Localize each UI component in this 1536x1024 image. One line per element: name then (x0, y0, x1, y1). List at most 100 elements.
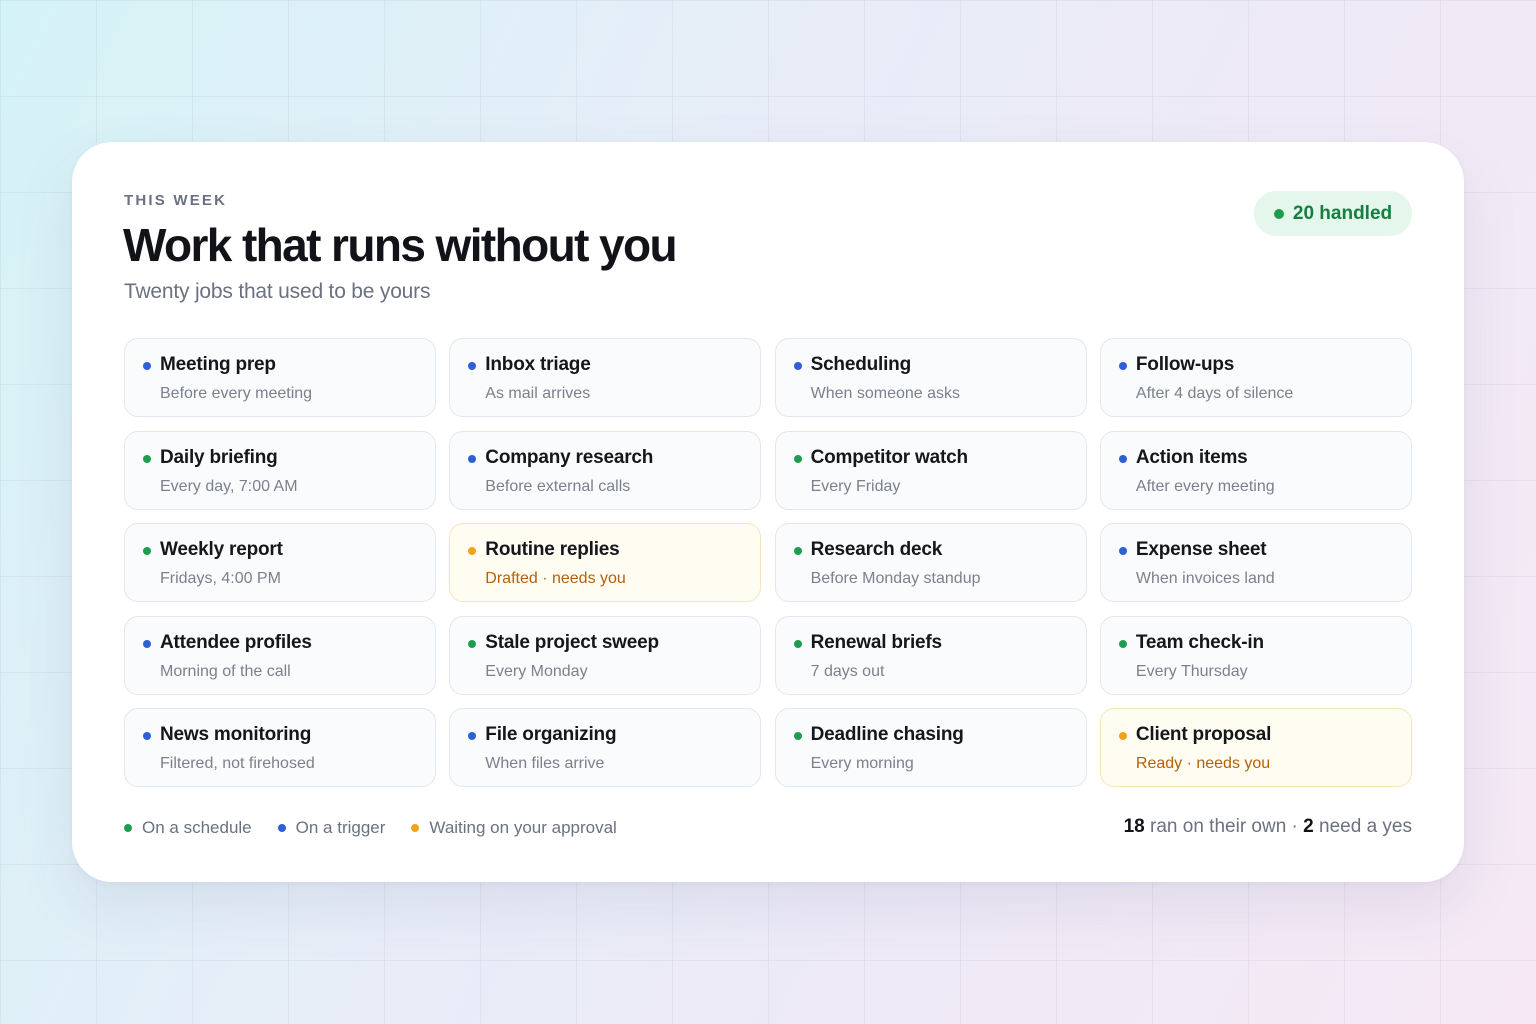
job-tile-timing: Every Monday (485, 662, 588, 680)
schedule-dot-icon (793, 454, 802, 463)
job-tile[interactable]: Company research Before external calls (449, 430, 762, 510)
job-tile-name: Stale project sweep (485, 631, 659, 653)
job-tile[interactable]: News monitoring Filtered, not firehosed (124, 708, 436, 787)
trigger-dot-icon (143, 732, 151, 740)
run-summary: 18 ran on their own · 2 need a yes (1124, 816, 1412, 838)
approval-dot-icon (468, 547, 477, 555)
job-tile-name: Renewal briefs (810, 631, 943, 653)
job-tile[interactable]: Follow-ups After 4 days of silence (1099, 338, 1412, 417)
job-tile[interactable]: Competitor watch Every Friday (774, 430, 1087, 510)
trigger-dot-icon (143, 639, 151, 648)
job-tile-name: News monitoring (160, 724, 312, 745)
job-tile-name: Routine replies (485, 539, 620, 560)
job-tile-timing: Ready · needs you (1135, 755, 1271, 772)
job-tile-timing: Drafted · needs you (485, 570, 626, 587)
job-tile-name: Company research (485, 446, 654, 468)
job-tile-name: Inbox triage (485, 354, 591, 375)
eyebrow-label: THIS WEEK (124, 192, 228, 209)
page-title: Work that runs without you (123, 219, 678, 271)
need-text: need a yes (1313, 816, 1412, 837)
legend-item-schedule: On a schedule (124, 818, 252, 838)
job-tile-timing: Filtered, not firehosed (160, 755, 315, 772)
trigger-dot-icon (143, 362, 151, 370)
legend-label-approval: Waiting on your approval (429, 818, 617, 837)
job-tile[interactable]: Renewal briefs 7 days out (774, 615, 1087, 695)
schedule-dot-icon (143, 454, 151, 463)
job-tile-timing: When files arrive (485, 755, 605, 772)
legend-item-approval: Waiting on your approval (411, 818, 617, 838)
job-tile[interactable]: Daily briefing Every day, 7:00 AM (124, 430, 436, 510)
job-tile-timing: Before Monday standup (810, 570, 981, 587)
status-dot-icon (1273, 208, 1284, 219)
job-tile-timing: As mail arrives (485, 385, 591, 402)
job-tile[interactable]: Expense sheet When invoices land (1099, 523, 1412, 602)
job-tile-name: Competitor watch (810, 446, 968, 468)
schedule-dot-icon (793, 547, 802, 555)
ran-count: 18 (1123, 816, 1145, 837)
schedule-dot-icon (124, 824, 132, 832)
job-tile-timing: Every Friday (810, 477, 901, 495)
job-tile[interactable]: Stale project sweep Every Monday (449, 615, 762, 695)
job-tile-timing: When someone asks (810, 385, 960, 402)
job-tile-name: Daily briefing (160, 446, 278, 468)
job-tile[interactable]: File organizing When files arrive (449, 708, 762, 787)
job-tile-timing: Every day, 7:00 AM (160, 477, 298, 495)
job-tile[interactable]: Scheduling When someone asks (774, 338, 1087, 417)
job-tile-name: Follow-ups (1135, 354, 1235, 375)
job-tile-timing: Before external calls (485, 477, 631, 495)
job-tile-timing: Every Thursday (1135, 662, 1248, 680)
handled-badge: 20 handled (1254, 191, 1412, 236)
job-tile[interactable]: Team check-in Every Thursday (1099, 615, 1412, 695)
job-tile-name: Attendee profiles (160, 631, 312, 653)
schedule-dot-icon (468, 639, 477, 648)
job-tile-timing: When invoices land (1135, 570, 1275, 587)
job-tile-name: Action items (1135, 446, 1248, 468)
job-tile[interactable]: Weekly report Fridays, 4:00 PM (124, 523, 436, 602)
legend: On a schedule On a trigger Waiting on yo… (124, 818, 617, 838)
job-tile-timing: Every morning (810, 755, 914, 772)
trigger-dot-icon (468, 362, 477, 370)
job-tile[interactable]: Client proposal Ready · needs you (1099, 708, 1412, 787)
page-subtitle: Twenty jobs that used to be yours (124, 280, 431, 303)
job-tile-name: Weekly report (160, 539, 283, 560)
job-tile-name: Deadline chasing (810, 724, 964, 745)
job-tile[interactable]: Routine replies Drafted · needs you (449, 523, 762, 602)
job-tile[interactable]: Action items After every meeting (1099, 430, 1412, 510)
job-tile[interactable]: Inbox triage As mail arrives (449, 338, 762, 417)
job-tile[interactable]: Meeting prep Before every meeting (124, 338, 436, 417)
legend-label-schedule: On a schedule (142, 818, 252, 837)
job-tiles-grid: Meeting prep Before every meeting Inbox tr… (124, 338, 1412, 787)
job-tile-name: Client proposal (1135, 724, 1272, 745)
ran-text: ran on their own · (1144, 816, 1304, 837)
trigger-dot-icon (1118, 454, 1127, 463)
need-count: 2 (1303, 816, 1314, 837)
job-tile-timing: 7 days out (810, 662, 885, 680)
weekly-work-card: THIS WEEK Work that runs without you Twe… (72, 142, 1464, 882)
job-tile[interactable]: Deadline chasing Every morning (774, 708, 1087, 787)
job-tile-timing: After every meeting (1135, 477, 1275, 495)
trigger-dot-icon (1118, 547, 1127, 555)
schedule-dot-icon (1118, 639, 1127, 648)
legend-label-trigger: On a trigger (295, 818, 386, 837)
trigger-dot-icon (1118, 362, 1127, 370)
trigger-dot-icon (277, 824, 286, 832)
job-tile-name: Team check-in (1135, 631, 1264, 653)
job-tile[interactable]: Research deck Before Monday standup (774, 523, 1087, 602)
trigger-dot-icon (468, 732, 477, 740)
trigger-dot-icon (793, 362, 802, 370)
approval-dot-icon (411, 824, 420, 832)
schedule-dot-icon (793, 732, 802, 740)
job-tile-timing: Fridays, 4:00 PM (160, 570, 281, 587)
job-tile-timing: Before every meeting (160, 385, 313, 402)
schedule-dot-icon (143, 547, 151, 555)
legend-item-trigger: On a trigger (277, 818, 386, 838)
trigger-dot-icon (468, 454, 477, 463)
approval-dot-icon (1118, 732, 1127, 740)
job-tile[interactable]: Attendee profiles Morning of the call (124, 615, 436, 695)
job-tile-timing: After 4 days of silence (1135, 385, 1294, 402)
job-tile-timing: Morning of the call (160, 662, 291, 680)
handled-badge-label: 20 handled (1292, 202, 1393, 224)
job-tile-name: File organizing (485, 724, 617, 745)
job-tile-name: Scheduling (810, 354, 912, 375)
job-tile-name: Meeting prep (160, 354, 276, 375)
